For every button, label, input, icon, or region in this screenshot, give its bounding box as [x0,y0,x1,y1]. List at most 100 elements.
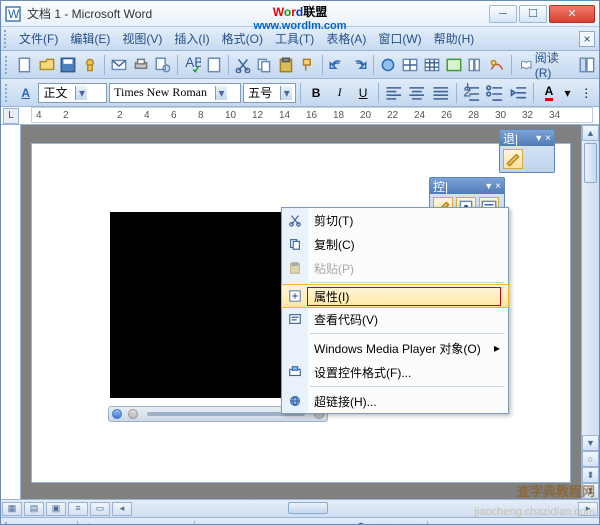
read-mode-button[interactable]: 阅读(R) [516,49,575,80]
tab-selector[interactable]: L [3,108,19,124]
line-color-button[interactable] [458,520,480,525]
outline-view-button[interactable]: ≡ [68,502,88,516]
bold-button[interactable]: B [305,82,327,104]
web-view-button[interactable]: ▤ [24,502,44,516]
toolbar-grip[interactable] [5,56,11,74]
menu-window[interactable]: 窗口(W) [372,28,427,49]
research-button[interactable] [204,54,224,76]
indent-button[interactable] [508,82,530,104]
minimize-button[interactable]: ─ [489,5,517,23]
drawing-toggle-button[interactable] [487,54,507,76]
doc-map-button[interactable] [577,54,597,76]
stop-button[interactable] [128,409,138,419]
oval-button[interactable] [275,520,297,525]
line-button[interactable] [200,520,222,525]
save-button[interactable] [58,54,78,76]
vertical-ruler[interactable] [1,125,21,499]
fill-color-button[interactable] [433,520,455,525]
bullets-button[interactable] [484,82,506,104]
float-toolbar-exit[interactable]: 退|▼× [499,129,555,173]
scroll-thumb[interactable] [584,143,597,183]
ctx-cut[interactable]: 剪切(T) [282,208,508,232]
underline-button[interactable]: U [352,82,374,104]
numbering-button[interactable]: 12 [461,82,483,104]
normal-view-button[interactable]: ▦ [2,502,22,516]
scroll-down-button[interactable]: ▼ [582,435,599,451]
wordart-button[interactable]: A [325,520,347,525]
arrow-button[interactable] [225,520,247,525]
print-button[interactable] [131,54,151,76]
redo-button[interactable] [349,54,369,76]
chevron-down-icon[interactable]: ▾ [280,86,292,100]
open-button[interactable] [37,54,57,76]
browse-object-button[interactable]: ○ [582,451,599,467]
print-view-button[interactable]: ▣ [46,502,66,516]
site-url-watermark: jiaocheng.chazidian.com [475,506,595,518]
vertical-scrollbar[interactable]: ▲ ▼ ○ ⬍ ⬍ [581,125,599,499]
style-combo[interactable]: 正文▾ [38,83,107,103]
font-color-dd[interactable]: ▾ [562,82,574,104]
textbox-button[interactable]: A [300,520,322,525]
rectangle-button[interactable] [250,520,272,525]
format-painter-button[interactable] [298,54,318,76]
close-button[interactable]: ✕ [549,5,595,23]
horizontal-ruler[interactable]: L 42246810121416182022242628303234 [1,107,599,125]
new-doc-button[interactable] [15,54,35,76]
menu-view[interactable]: 视图(V) [116,28,168,49]
menu-edit[interactable]: 编辑(E) [64,28,116,49]
font-color-button[interactable]: A [538,82,560,104]
print-preview-button[interactable] [153,54,173,76]
email-button[interactable] [109,54,129,76]
toolbar-grip[interactable] [5,522,11,525]
reading-view-button[interactable]: ▭ [90,502,110,516]
ctx-format-control[interactable]: 设置控件格式(F)... [282,360,508,384]
copy-button[interactable] [254,54,274,76]
insert-worksheet-button[interactable] [444,54,464,76]
chevron-down-icon[interactable]: ▼ [534,133,543,143]
hscroll-thumb[interactable] [288,502,328,514]
insert-table-button[interactable] [422,54,442,76]
fontsize-combo[interactable]: 五号▾ [243,83,296,103]
picture-button[interactable] [400,520,422,525]
ctx-properties[interactable]: 属性(I) [281,284,509,308]
tables-borders-button[interactable] [400,54,420,76]
close-icon[interactable]: × [495,181,501,192]
chevron-down-icon[interactable]: ▼ [484,181,493,191]
italic-button[interactable]: I [329,82,351,104]
toolbar-grip[interactable] [5,84,11,102]
hyperlink-button[interactable] [378,54,398,76]
exit-design-button[interactable] [503,149,523,169]
scroll-up-button[interactable]: ▲ [582,125,599,141]
menu-insert[interactable]: 插入(I) [168,28,215,49]
select-objects-button[interactable] [83,520,105,525]
play-button[interactable] [112,409,122,419]
columns-button[interactable] [466,54,486,76]
menu-help[interactable]: 帮助(H) [428,28,481,49]
scissors-icon [288,213,302,227]
styles-pane-button[interactable]: A [15,82,37,104]
permission-button[interactable] [80,54,100,76]
close-icon[interactable]: × [545,133,551,144]
maximize-button[interactable]: ☐ [519,5,547,23]
ctx-hyperlink[interactable]: 超链接(H)... [282,389,508,413]
chevron-down-icon[interactable]: ▾ [215,86,227,100]
ctx-copy[interactable]: 复制(C) [282,232,508,256]
spellcheck-button[interactable]: АВ [182,54,202,76]
menu-file[interactable]: 文件(F) [13,28,64,49]
diagram-button[interactable] [350,520,372,525]
undo-button[interactable] [327,54,347,76]
scroll-left-button[interactable]: ◂ [112,502,132,516]
paste-button[interactable] [276,54,296,76]
help-question-icon[interactable]: × [579,31,595,47]
align-center-button[interactable] [406,82,428,104]
clipart-button[interactable] [375,520,397,525]
ctx-wmp-object[interactable]: Windows Media Player 对象(O) ▸ [282,336,508,360]
chevron-down-icon[interactable]: ▾ [75,86,87,100]
cut-button[interactable] [233,54,253,76]
align-justify-button[interactable] [430,82,452,104]
align-left-button[interactable] [383,82,405,104]
toolbar-grip[interactable] [4,30,10,48]
font-combo[interactable]: Times New Roman▾ [109,83,241,103]
toolbar-options-button[interactable]: ⋮ [575,82,597,104]
ctx-view-code[interactable]: 查看代码(V) [282,307,508,331]
